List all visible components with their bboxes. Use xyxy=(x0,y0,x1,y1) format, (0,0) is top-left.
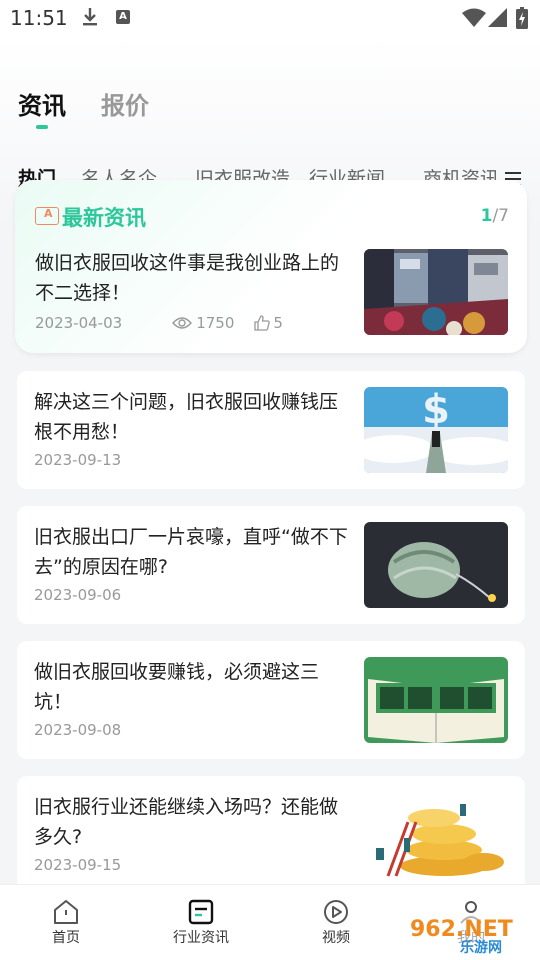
list-item[interactable]: 解决这三个问题，旧衣服回收赚钱压根不用愁！ 2023-09-13 $ xyxy=(17,371,525,489)
featured-views: 1750 xyxy=(172,314,234,332)
play-icon xyxy=(324,900,348,924)
article-title: 旧衣服出口厂一片哀嚎，直呼“做不下去”的原因在哪? xyxy=(34,526,348,578)
nav-video[interactable]: 视频 xyxy=(291,899,381,947)
featured-pagination: 1/7 xyxy=(481,206,509,226)
list-item[interactable]: 旧衣服出口厂一片哀嚎，直呼“做不下去”的原因在哪? 2023-09-06 xyxy=(17,506,525,624)
featured-news-card[interactable]: 最新资讯 1/7 做旧衣服回收这件事是我创业路上的不二选择！ 2023-04-0… xyxy=(15,180,527,353)
article-date: 2023-09-13 xyxy=(34,451,122,469)
list-item[interactable]: 做旧衣服回收要赚钱，必须避这三坑！ 2023-09-08 xyxy=(17,641,525,759)
nav-industry-news[interactable]: 行业资讯 xyxy=(156,899,246,947)
list-item[interactable]: 旧衣服行业还能继续入场吗？还能做多久? 2023-09-15 xyxy=(17,776,525,894)
article-thumbnail xyxy=(364,792,508,878)
article-date: 2023-09-06 xyxy=(34,586,122,604)
featured-section-title: 最新资讯 xyxy=(62,206,146,230)
featured-likes-count: 5 xyxy=(273,314,283,332)
article-thumbnail: $ xyxy=(364,387,508,473)
watermark-text: 962.NET xyxy=(410,917,513,942)
eye-icon xyxy=(172,317,193,329)
news-badge-icon xyxy=(35,207,59,225)
article-date: 2023-09-15 xyxy=(34,856,122,874)
status-bar: 11:51 A xyxy=(0,0,540,36)
article-title: 解决这三个问题，旧衣服回收赚钱压根不用愁！ xyxy=(34,391,339,443)
nav-industry-news-label: 行业资讯 xyxy=(173,930,229,946)
featured-views-count: 1750 xyxy=(196,314,235,332)
tab-quotes[interactable]: 报价 xyxy=(101,86,149,121)
watermark-logo: 962.NET 乐游网 xyxy=(400,912,536,956)
signal-icon xyxy=(488,8,507,27)
article-date: 2023-09-08 xyxy=(34,721,122,739)
status-time: 11:51 xyxy=(10,6,68,30)
svg-text:$: $ xyxy=(422,387,450,433)
featured-likes[interactable]: 5 xyxy=(254,314,283,332)
wifi-icon xyxy=(462,8,486,27)
featured-thumbnail[interactable] xyxy=(364,249,508,335)
nav-home-label: 首页 xyxy=(52,930,80,946)
nav-video-label: 视频 xyxy=(322,930,350,946)
battery-icon xyxy=(516,7,528,29)
article-thumbnail xyxy=(364,522,508,608)
featured-headline[interactable]: 做旧衣服回收这件事是我创业路上的不二选择！ xyxy=(35,248,355,308)
featured-page-total: /7 xyxy=(492,206,509,226)
watermark-subtext: 乐游网 xyxy=(460,939,502,956)
notification-badge-icon: A xyxy=(116,10,130,24)
main-tab-indicator xyxy=(36,125,48,129)
thumbs-up-icon xyxy=(254,315,271,331)
home-icon xyxy=(54,900,78,924)
article-title: 旧衣服行业还能继续入场吗？还能做多久? xyxy=(34,796,339,848)
featured-page-current: 1 xyxy=(480,206,493,226)
article-thumbnail xyxy=(364,657,508,743)
featured-meta: 2023-04-03 1750 5 xyxy=(35,314,283,332)
featured-date: 2023-04-03 xyxy=(35,314,123,332)
news-icon xyxy=(188,899,214,925)
nav-home[interactable]: 首页 xyxy=(21,899,111,947)
article-title: 做旧衣服回收要赚钱，必须避这三坑！ xyxy=(34,661,320,713)
download-icon xyxy=(83,8,97,26)
tab-news[interactable]: 资讯 xyxy=(18,86,66,121)
